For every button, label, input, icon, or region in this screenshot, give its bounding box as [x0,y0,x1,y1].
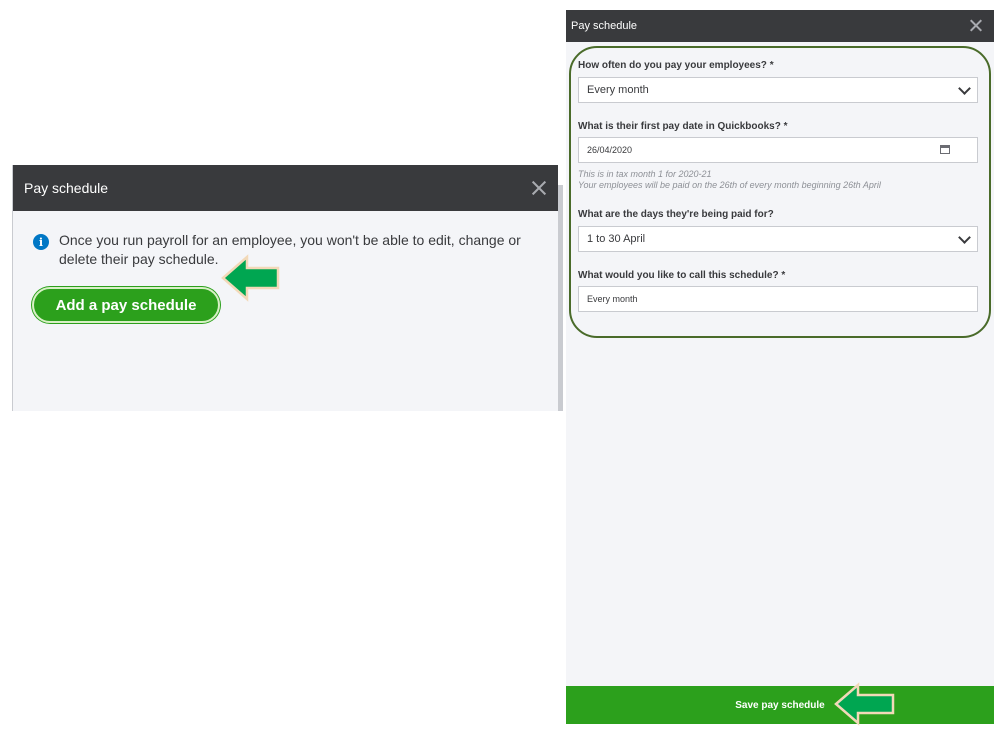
arrow-pointer-icon [834,682,895,726]
info-icon: i [33,234,49,250]
chevron-down-icon [958,82,971,95]
schedule-name-label: What would you like to call this schedul… [578,270,786,281]
pay-period-label: What are the days they're being paid for… [578,209,774,220]
chevron-down-icon [958,231,971,244]
right-panel-titlebar: Pay schedule [566,10,994,42]
schedule-name-input[interactable]: Every month [578,286,978,312]
right-panel-title: Pay schedule [571,20,638,32]
first-pay-date-label: What is their first pay date in Quickboo… [578,121,788,132]
arrow-pointer-icon [221,254,280,302]
schedule-name-value: Every month [587,294,638,304]
add-pay-schedule-button[interactable]: Add a pay schedule [32,287,220,323]
close-icon[interactable] [970,20,982,32]
first-pay-date-value: 26/04/2020 [587,145,633,155]
close-icon[interactable] [532,181,546,195]
pay-period-select[interactable]: 1 to 30 April [578,226,978,252]
frequency-value: Every month [587,84,649,96]
info-message: i Once you run payroll for an employee, … [33,231,533,269]
left-dialog-titlebar: Pay schedule [13,165,558,211]
scrollbar[interactable] [558,185,563,411]
calendar-icon[interactable] [940,145,950,154]
frequency-select[interactable]: Every month [578,77,978,103]
pay-date-hint: Your employees will be paid on the 26th … [578,180,881,190]
save-pay-schedule-label: Save pay schedule [735,699,825,711]
left-pay-schedule-dialog: Pay schedule i Once you run payroll for … [12,165,558,411]
left-dialog-title: Pay schedule [24,180,109,196]
frequency-label: How often do you pay your employees? * [578,60,774,71]
save-pay-schedule-button[interactable]: Save pay schedule [566,686,994,724]
tax-month-hint: This is in tax month 1 for 2020-21 [578,169,712,179]
info-text: Once you run payroll for an employee, yo… [59,232,521,267]
pay-period-value: 1 to 30 April [587,233,646,245]
right-pay-schedule-panel: Pay schedule How often do you pay your e… [566,10,994,726]
first-pay-date-input[interactable]: 26/04/2020 [578,137,978,163]
